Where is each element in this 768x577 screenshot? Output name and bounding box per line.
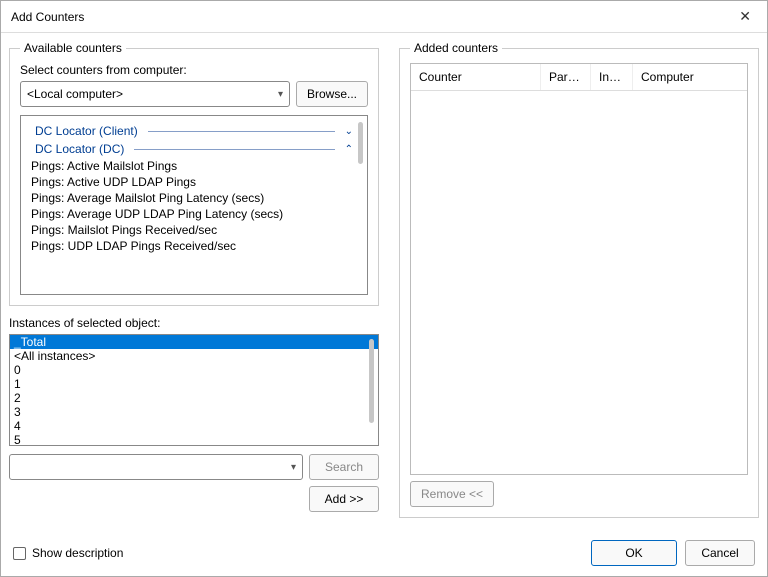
show-description-label: Show description: [32, 546, 123, 560]
counter-group-dc-locator-dc[interactable]: DC Locator (DC) ⌃: [21, 140, 367, 158]
added-counters-table[interactable]: Counter Parent Inst... Computer: [410, 63, 748, 475]
counter-group-dc-locator-client[interactable]: DC Locator (Client) ⌄: [21, 122, 367, 140]
chevron-up-icon: ⌃: [345, 144, 353, 155]
browse-button[interactable]: Browse...: [296, 81, 368, 107]
chevron-down-icon: ▾: [278, 89, 283, 100]
counters-list[interactable]: DC Locator (Client) ⌄ DC Locator (DC) ⌃ …: [20, 115, 368, 295]
instance-item[interactable]: 1: [10, 377, 378, 391]
instance-item[interactable]: 5: [10, 433, 378, 446]
table-header: Counter Parent Inst... Computer: [411, 64, 747, 91]
instance-item-total[interactable]: _Total: [10, 335, 378, 349]
left-column: Available counters Select counters from …: [9, 41, 379, 526]
ok-button[interactable]: OK: [591, 540, 677, 566]
checkbox-icon: [13, 547, 26, 560]
instance-item[interactable]: 0: [10, 363, 378, 377]
close-icon[interactable]: ✕: [731, 4, 759, 29]
select-computer-label: Select counters from computer:: [20, 63, 368, 77]
add-button[interactable]: Add >>: [309, 486, 379, 512]
counter-item[interactable]: Pings: Average UDP LDAP Ping Latency (se…: [21, 206, 367, 222]
instances-list[interactable]: _Total <All instances> 0 1 2 3 4 5: [9, 334, 379, 446]
instance-item[interactable]: 3: [10, 405, 378, 419]
chevron-down-icon: ⌄: [345, 126, 353, 137]
added-counters-legend: Added counters: [410, 41, 502, 55]
show-description-checkbox[interactable]: Show description: [13, 546, 123, 560]
counter-item[interactable]: Pings: Active Mailslot Pings: [21, 158, 367, 174]
counter-item[interactable]: Pings: Mailslot Pings Received/sec: [21, 222, 367, 238]
table-body: [411, 91, 747, 474]
chevron-down-icon: ▾: [291, 462, 296, 473]
computer-combo[interactable]: <Local computer> ▾: [20, 81, 290, 107]
search-button[interactable]: Search: [309, 454, 379, 480]
scrollbar-thumb[interactable]: [369, 339, 374, 423]
col-parent[interactable]: Parent: [541, 64, 591, 90]
available-counters-group: Available counters Select counters from …: [9, 41, 379, 306]
counter-item[interactable]: Pings: Average Mailslot Ping Latency (se…: [21, 190, 367, 206]
dialog-body: Available counters Select counters from …: [1, 33, 767, 534]
instance-item[interactable]: 2: [10, 391, 378, 405]
right-column: Added counters Counter Parent Inst... Co…: [399, 41, 759, 526]
counter-item[interactable]: Pings: UDP LDAP Pings Received/sec: [21, 238, 367, 254]
col-counter[interactable]: Counter: [411, 64, 541, 90]
col-computer[interactable]: Computer: [633, 64, 747, 90]
computer-combo-value: <Local computer>: [27, 87, 123, 101]
col-instance[interactable]: Inst...: [591, 64, 633, 90]
cancel-button[interactable]: Cancel: [685, 540, 755, 566]
added-counters-group: Added counters Counter Parent Inst... Co…: [399, 41, 759, 518]
instances-search-combo[interactable]: ▾: [9, 454, 303, 480]
window-title: Add Counters: [11, 10, 84, 24]
scrollbar-thumb[interactable]: [358, 122, 363, 164]
titlebar: Add Counters ✕: [1, 1, 767, 33]
instances-label: Instances of selected object:: [9, 316, 379, 330]
add-counters-dialog: Add Counters ✕ Available counters Select…: [0, 0, 768, 577]
available-counters-legend: Available counters: [20, 41, 126, 55]
counter-item[interactable]: Pings: Active UDP LDAP Pings: [21, 174, 367, 190]
remove-button[interactable]: Remove <<: [410, 481, 494, 507]
dialog-footer: Show description OK Cancel: [1, 534, 767, 576]
instance-item-all[interactable]: <All instances>: [10, 349, 378, 363]
instance-item[interactable]: 4: [10, 419, 378, 433]
